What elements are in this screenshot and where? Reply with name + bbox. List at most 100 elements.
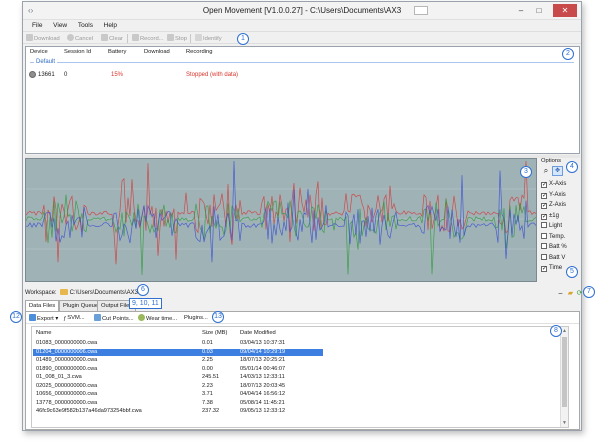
graph-canvas <box>26 160 536 276</box>
checkbox[interactable]: ✓ <box>541 203 547 209</box>
menu-tools[interactable]: Tools <box>78 20 93 31</box>
option-light[interactable]: Light <box>541 222 562 231</box>
file-row[interactable]: 01_008_01_3.cwa 245.51 14/03/13 12:33:11 <box>33 374 323 381</box>
option-z-axis[interactable]: ✓ Z-Axis <box>541 201 566 210</box>
scroll-down-icon[interactable]: ▼ <box>561 419 568 427</box>
scroll-up-icon[interactable]: ▲ <box>561 327 568 335</box>
file-date: 03/04/13 10:37:31 <box>240 340 286 346</box>
column-battery[interactable]: Battery <box>108 49 126 55</box>
option-time[interactable]: ✓ Time <box>541 264 562 273</box>
column-download[interactable]: Download <box>144 49 170 55</box>
file-date: 05/01/14 00:46:07 <box>240 365 286 372</box>
option-x-axis[interactable]: ✓ X-Axis <box>541 180 566 189</box>
workspace-path[interactable]: C:\Users\Documents\AX3 <box>70 290 138 296</box>
file-row[interactable]: 01083_0000000000.cwa 0.01 03/04/13 10:37:3… <box>33 340 323 347</box>
plugins-label: Plugins... <box>184 315 208 321</box>
column-session-id[interactable]: Session Id <box>64 49 91 55</box>
scroll-thumb[interactable] <box>562 337 567 407</box>
file-name: 01_008_01_3.cwa <box>36 374 82 380</box>
cancel-button[interactable]: Cancel <box>67 34 93 43</box>
clear-label: Clear <box>109 36 123 42</box>
record-button[interactable]: Record... <box>132 34 164 43</box>
file-size: 0.03 <box>202 348 213 355</box>
data-files-panel: Export ▾ ƒSVM... Cut Points... Wear time… <box>25 311 580 430</box>
file-date: 09/04/14 10:29:19 <box>240 348 286 355</box>
toolbar-separator <box>190 34 191 43</box>
checkbox[interactable]: ✓ <box>541 192 547 199</box>
file-size: 3.71 <box>202 391 213 397</box>
cut-points-button[interactable]: Cut Points... <box>94 314 134 323</box>
checkbox[interactable]: ✓ <box>541 213 547 220</box>
file-name: 13778_0000000000.cwa <box>36 399 98 406</box>
maximize-button[interactable]: □ <box>531 4 547 17</box>
option-1g[interactable]: ✓ ±1g <box>541 212 559 221</box>
file-date: 14/03/13 12:33:11 <box>240 374 285 380</box>
file-name: 01204_0000000006.cwa <box>36 348 98 355</box>
title-bar: ‹› Open Movement [V1.0.0.27] - C:\Users\… <box>23 2 581 20</box>
menu-help[interactable]: Help <box>104 20 117 31</box>
file-row[interactable]: 10656_0000000000.cwa 3.71 04/04/14 16:56:1… <box>33 391 323 398</box>
export-icon <box>29 314 36 321</box>
clear-button[interactable]: Clear <box>101 34 123 43</box>
checkbox[interactable] <box>541 253 547 260</box>
export-button[interactable]: Export ▾ <box>29 314 58 323</box>
option-label: Light <box>549 223 563 229</box>
checkbox[interactable] <box>541 243 547 249</box>
zoom-icon[interactable]: ⌕ <box>541 166 551 176</box>
data-preview-graph[interactable] <box>25 158 537 282</box>
file-name: 01890_0000000000.cwa <box>36 365 98 372</box>
option-batt[interactable]: Batt % <box>541 243 567 252</box>
file-row[interactable]: 46fc9c63e9f582b137a46da973254bbf.cwa 237.… <box>33 408 323 415</box>
file-size: 0.00 <box>202 365 213 372</box>
file-row[interactable]: 01204_0000000006.cwa 0.03 09/04/14 10:29:1… <box>33 348 323 356</box>
file-list[interactable]: Name Size (MB) Date Modified 01083_00000… <box>31 326 569 428</box>
column-recording[interactable]: Recording <box>186 49 212 55</box>
svm-button[interactable]: ƒSVM... <box>63 314 85 322</box>
file-date: 18/07/13 20:25:21 <box>240 357 286 363</box>
callout-12: 12 <box>10 311 22 323</box>
column-device[interactable]: Device <box>30 49 48 55</box>
checkbox[interactable]: ✓ <box>541 182 547 188</box>
identify-label: Identify <box>203 36 222 42</box>
wear-time-button[interactable]: Wear time... <box>138 314 177 323</box>
menu-file[interactable]: File <box>32 20 42 31</box>
column-size[interactable]: Size (MB) <box>202 330 227 336</box>
file-row[interactable]: 02025_0000000000.cwa 2.23 18/07/13 20:03:4… <box>33 383 323 390</box>
clear-icon <box>101 34 108 41</box>
close-button[interactable]: ✕ <box>553 4 577 17</box>
tab-plugin-queue[interactable]: Plugin Queue <box>59 300 103 311</box>
window-title: Open Movement [V1.0.0.27] - C:\Users\Doc… <box>202 6 402 15</box>
file-toolbar: Export ▾ ƒSVM... Cut Points... Wear time… <box>26 312 579 324</box>
checkbox[interactable] <box>541 222 547 228</box>
menu-view[interactable]: View <box>53 20 67 31</box>
cut-points-label: Cut Points... <box>102 316 134 322</box>
download-label: Download <box>34 36 60 42</box>
stop-button[interactable]: Stop <box>167 34 187 43</box>
callout-13: 13 <box>212 311 224 323</box>
file-row[interactable]: 01890_0000000000.cwa 0.00 05/01/14 00:46:0… <box>33 366 323 373</box>
minimize-icon[interactable]: – <box>556 290 565 298</box>
option-temp[interactable]: Temp. <box>541 232 565 242</box>
option-y-axis[interactable]: ✓ Y-Axis <box>541 191 566 200</box>
file-date: 04/04/14 16:56:12 <box>240 391 286 397</box>
option-batt-v[interactable]: Batt V <box>541 253 565 263</box>
callout-1: 1 <box>237 33 249 45</box>
download-button[interactable]: Download <box>26 34 60 43</box>
pan-icon[interactable]: ✥ <box>552 166 563 176</box>
group-label[interactable]: Default <box>34 59 58 65</box>
identify-button[interactable]: Identify <box>195 34 222 43</box>
file-list-scrollbar[interactable]: ▲ ▼ <box>560 327 568 427</box>
device-list[interactable]: Device Session Id Battery Download Recor… <box>25 46 580 154</box>
file-row[interactable]: 01489_0000000000.cwa 2.25 18/07/13 20:25:2… <box>33 357 323 364</box>
file-name: 02025_0000000000.cwa <box>36 382 98 389</box>
file-name: 01489_0000000000.cwa <box>36 357 98 363</box>
open-folder-icon[interactable]: ▰ <box>566 290 575 298</box>
column-date-modified[interactable]: Date Modified <box>240 330 276 336</box>
minimize-button[interactable]: ‒ <box>513 4 529 17</box>
checkbox[interactable] <box>541 232 547 239</box>
plugins-button[interactable]: Plugins... <box>184 314 208 322</box>
column-name[interactable]: Name <box>36 330 51 336</box>
checkbox[interactable]: ✓ <box>541 266 547 272</box>
file-row[interactable]: 13778_0000000000.cwa 7.38 05/08/14 11:45:2… <box>33 400 323 407</box>
workspace-bar: Workspace: C:\Users\Documents\AX3 <box>25 288 138 298</box>
